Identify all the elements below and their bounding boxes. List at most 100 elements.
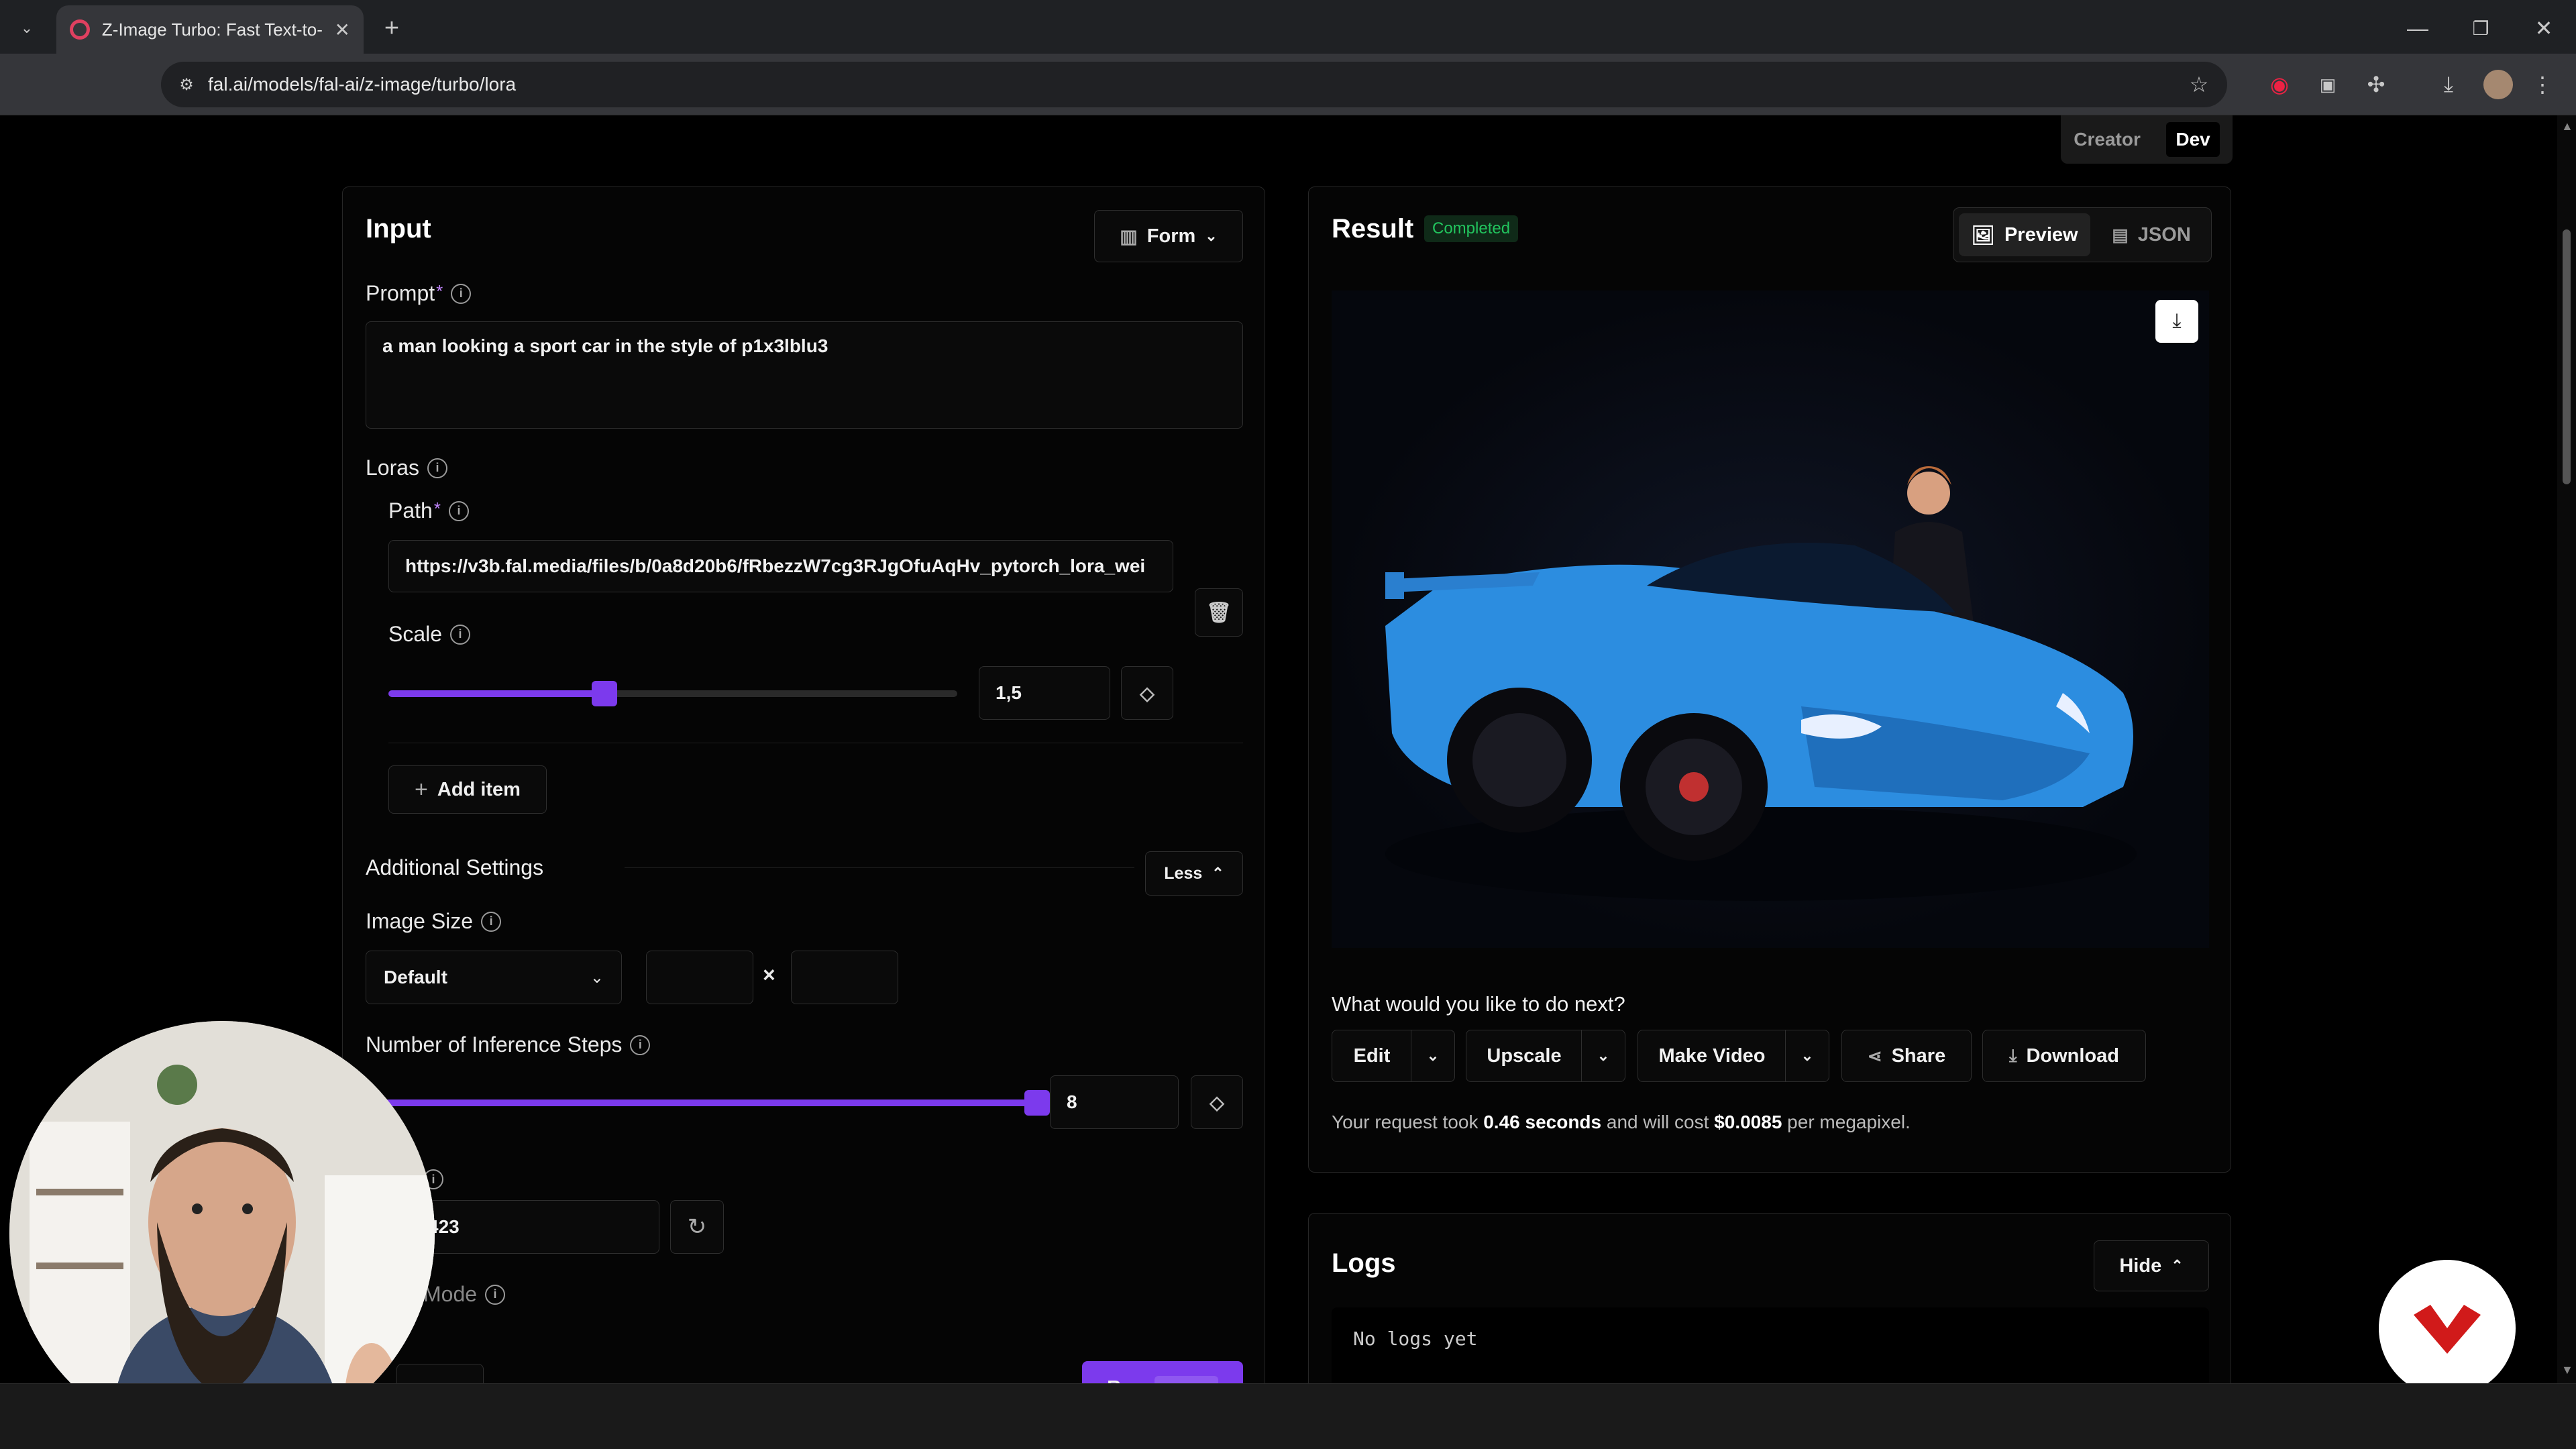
input-panel: Input ▥ Form ⌄ Prompt * i a man looking …: [342, 186, 1265, 1383]
scale-info-icon[interactable]: i: [450, 624, 471, 645]
chevron-down-icon: ⌄: [1426, 1047, 1440, 1064]
hide-logs-button[interactable]: Hide ⌃: [2094, 1240, 2209, 1291]
inference-steps-input[interactable]: 8: [1050, 1075, 1179, 1129]
tab-search-icon[interactable]: ⌄: [12, 15, 42, 42]
randomize-seed-button[interactable]: ↻: [670, 1200, 724, 1254]
steps-reset-button[interactable]: ◇: [1191, 1075, 1243, 1129]
share-icon: ⋖: [1867, 1045, 1882, 1066]
image-size-info-icon[interactable]: i: [481, 911, 502, 932]
form-dropdown-label: Form: [1146, 225, 1196, 247]
image-height-input[interactable]: [791, 951, 898, 1004]
bookmark-star-icon[interactable]: ☆: [2184, 70, 2214, 99]
creator-toggle[interactable]: Creator: [2074, 129, 2141, 150]
run-button[interactable]: Run CTRL ↵: [1082, 1361, 1243, 1383]
prompt-info-icon[interactable]: i: [451, 283, 472, 304]
less-label: Less: [1164, 863, 1203, 883]
prompt-label: Prompt: [366, 281, 435, 305]
chevron-down-icon: ⌄: [1205, 227, 1218, 244]
scroll-down-icon[interactable]: ▼: [2561, 1363, 2573, 1377]
upscale-button[interactable]: Upscale: [1466, 1030, 1582, 1082]
restore-icon[interactable]: ❐: [2465, 12, 2497, 44]
plus-icon: +: [415, 776, 428, 802]
tab-json[interactable]: ▤ JSON: [2096, 213, 2207, 256]
downloads-icon[interactable]: ⤓: [2432, 68, 2465, 101]
minimize-icon[interactable]: —: [2402, 12, 2434, 44]
scale-slider[interactable]: [388, 681, 957, 706]
inference-steps-slider[interactable]: [366, 1090, 1050, 1116]
chevron-down-icon: ⌄: [1597, 1047, 1610, 1064]
mode-info-icon[interactable]: i: [485, 1284, 506, 1305]
site-info-icon[interactable]: ⚙: [173, 71, 200, 98]
form-dropdown[interactable]: ▥ Form ⌄: [1094, 210, 1243, 262]
run-shortcut: CTRL ↵: [1154, 1375, 1218, 1383]
extension-image-icon[interactable]: ▣: [2312, 68, 2344, 101]
new-tab-icon[interactable]: +: [376, 12, 408, 44]
upscale-options-button[interactable]: ⌄: [1581, 1030, 1625, 1082]
result-image[interactable]: ⤓: [1332, 290, 2209, 948]
extensions-puzzle-icon[interactable]: ✣: [2360, 68, 2392, 101]
brand-chat-bubble[interactable]: [2379, 1260, 2516, 1383]
reset-button[interactable]: set: [396, 1364, 484, 1383]
timing-suffix: per megapixel.: [1782, 1112, 1911, 1132]
divider: [625, 867, 1134, 868]
tab-favicon-icon: [70, 19, 90, 40]
brand-logo-icon: [2414, 1305, 2481, 1354]
extension-record-icon[interactable]: ◉: [2263, 68, 2296, 101]
scale-label: Scale: [388, 622, 443, 646]
inference-steps-info-icon[interactable]: i: [630, 1034, 651, 1055]
scale-slider-fill: [388, 690, 605, 697]
scale-input[interactable]: 1,5: [979, 666, 1110, 720]
make-video-options-button[interactable]: ⌄: [1785, 1030, 1829, 1082]
run-label: Run: [1107, 1377, 1144, 1384]
delete-lora-button[interactable]: 🗑: [1195, 588, 1243, 637]
times-sign: ×: [763, 963, 775, 987]
prompt-input[interactable]: a man looking a sport car in the style o…: [366, 321, 1243, 429]
less-toggle-button[interactable]: Less ⌃: [1145, 851, 1243, 896]
loras-info-icon[interactable]: i: [427, 458, 448, 478]
page-content: Creator Dev Input ▥ Form ⌄ Prompt * i a …: [0, 115, 2576, 1383]
os-taskbar: [0, 1383, 2576, 1449]
download-button[interactable]: ⤓ Download: [1982, 1030, 2146, 1082]
scroll-up-icon[interactable]: ▲: [2561, 119, 2573, 133]
edit-options-button[interactable]: ⌄: [1411, 1030, 1455, 1082]
add-item-button[interactable]: + Add item: [388, 765, 547, 814]
form-layout-icon: ▥: [1120, 225, 1138, 247]
trash-icon: 🗑: [1205, 601, 1232, 624]
status-badge: Completed: [1424, 215, 1519, 242]
chevron-down-icon: ⌄: [1801, 1047, 1814, 1064]
url-field[interactable]: ⚙ fal.ai/models/fal-ai/z-image/turbo/lor…: [161, 62, 2227, 107]
browser-tab[interactable]: Z-Image Turbo: Fast Text-to-Im ✕: [56, 5, 364, 54]
mode-label: Mode: [423, 1282, 478, 1306]
timing-prefix: Your request took: [1332, 1112, 1484, 1132]
url-text: fal.ai/models/fal-ai/z-image/turbo/lora: [208, 74, 517, 95]
result-panel: Result Completed 🖼 Preview ▤ JSON ⤓ What…: [1308, 186, 2231, 1173]
download-label: Download: [2026, 1044, 2120, 1067]
hide-label: Hide: [2119, 1254, 2162, 1277]
close-window-icon[interactable]: ✕: [2528, 12, 2560, 44]
lora-path-input[interactable]: https://v3b.fal.media/files/b/0a8d20b6/f…: [388, 540, 1173, 592]
dev-toggle[interactable]: Dev: [2166, 122, 2220, 157]
page-scrollbar[interactable]: ▲ ▼: [2557, 115, 2576, 1383]
make-video-button[interactable]: Make Video: [1638, 1030, 1786, 1082]
download-image-icon[interactable]: ⤓: [2155, 300, 2198, 343]
tab-preview[interactable]: 🖼 Preview: [1959, 213, 2090, 256]
edit-label: Edit: [1353, 1044, 1391, 1067]
path-info-icon[interactable]: i: [448, 500, 469, 521]
edit-button[interactable]: Edit: [1332, 1030, 1412, 1082]
tab-close-icon[interactable]: ✕: [335, 19, 350, 41]
scrollbar-thumb[interactable]: [2563, 229, 2571, 484]
refresh-icon: ↻: [687, 1214, 707, 1240]
make-video-label: Make Video: [1658, 1044, 1766, 1067]
scale-reset-button[interactable]: ◇: [1121, 666, 1173, 720]
inference-steps-slider-handle[interactable]: [1024, 1090, 1050, 1116]
image-size-select[interactable]: Default ⌄: [366, 951, 622, 1004]
scale-slider-handle[interactable]: [592, 681, 618, 706]
chevron-up-icon: ⌃: [1212, 865, 1224, 881]
image-width-input[interactable]: [646, 951, 753, 1004]
browser-menu-icon[interactable]: ⋮: [2529, 68, 2556, 101]
cost-value: $0.0085: [1714, 1112, 1782, 1132]
required-marker: *: [436, 281, 443, 301]
profile-avatar[interactable]: [2483, 70, 2513, 99]
request-timing: Your request took 0.46 seconds and will …: [1332, 1112, 1911, 1133]
share-button[interactable]: ⋖ Share: [1841, 1030, 1972, 1082]
